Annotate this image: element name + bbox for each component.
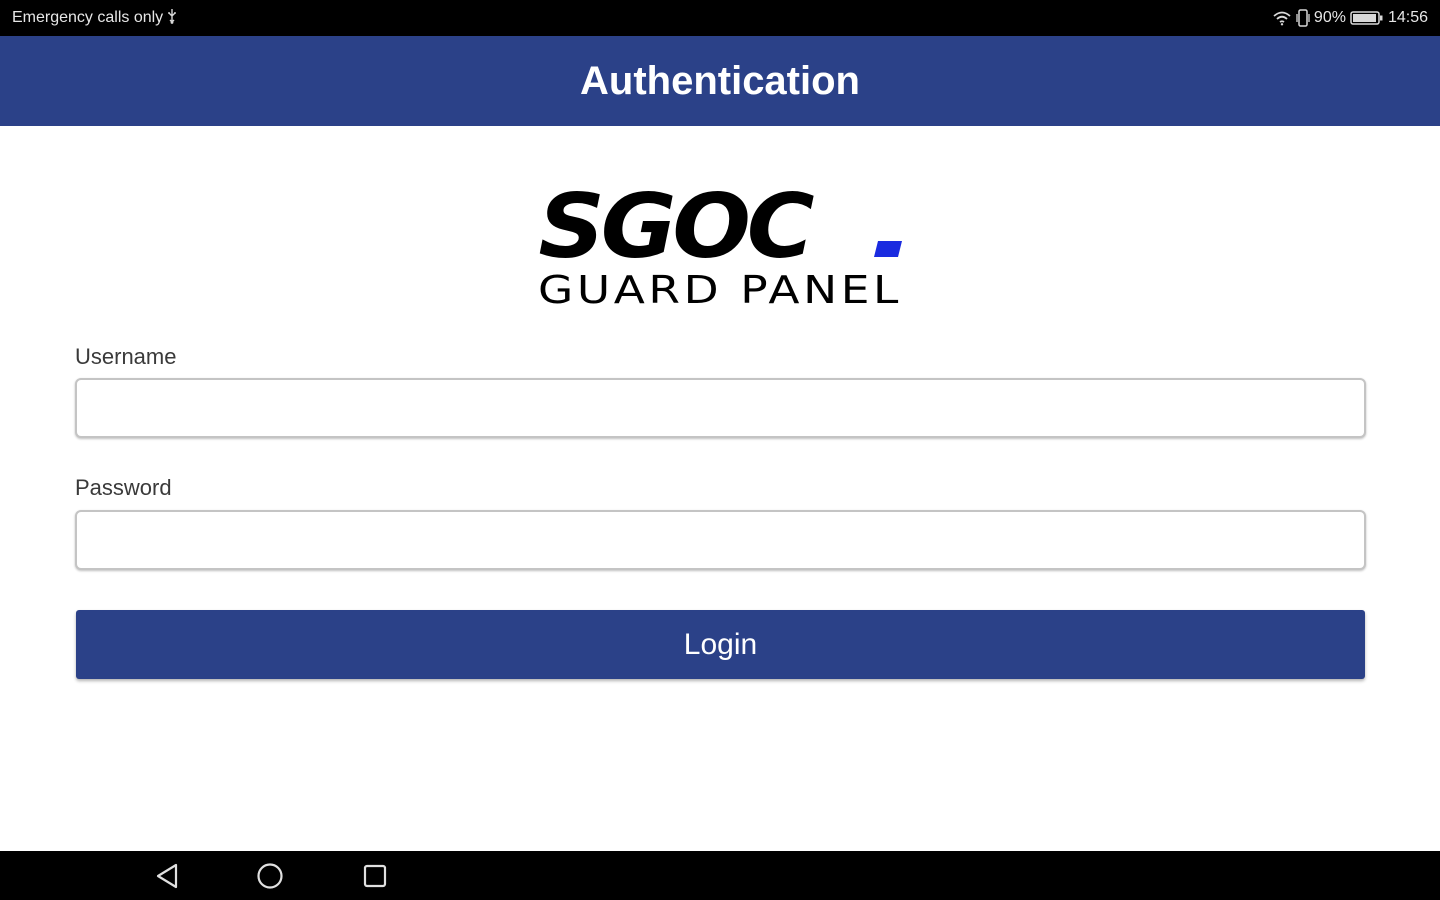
usb-icon [167, 8, 177, 29]
username-field[interactable] [75, 378, 1366, 438]
battery-icon [1350, 10, 1384, 26]
battery-percent: 90% [1313, 9, 1346, 26]
logo-accent [874, 241, 902, 257]
page-title: Authentication [580, 58, 860, 103]
status-right: 90% 14:56 [1272, 9, 1428, 27]
login-button[interactable]: Login [76, 610, 1365, 679]
carrier-status-text: Emergency calls only [12, 9, 164, 26]
app-bar: Authentication [0, 36, 1440, 126]
recents-icon[interactable] [360, 861, 390, 891]
clock: 14:56 [1387, 9, 1428, 26]
navigation-bar [0, 851, 1440, 900]
sgoc-logo: SGOC GUARD PANEL [530, 176, 910, 315]
username-label: Username [75, 344, 177, 369]
password-label: Password [75, 475, 172, 500]
home-icon[interactable] [255, 861, 285, 891]
status-bar: Emergency calls only 90% 14:56 [0, 0, 1440, 36]
logo-brand-text: SGOC [538, 185, 814, 278]
back-icon[interactable] [152, 861, 182, 891]
vibrate-icon [1296, 9, 1310, 27]
status-left: Emergency calls only [12, 8, 177, 29]
logo-subtitle-text: GUARD PANEL [538, 268, 902, 312]
password-field[interactable] [75, 510, 1366, 570]
wifi-icon [1272, 10, 1292, 26]
